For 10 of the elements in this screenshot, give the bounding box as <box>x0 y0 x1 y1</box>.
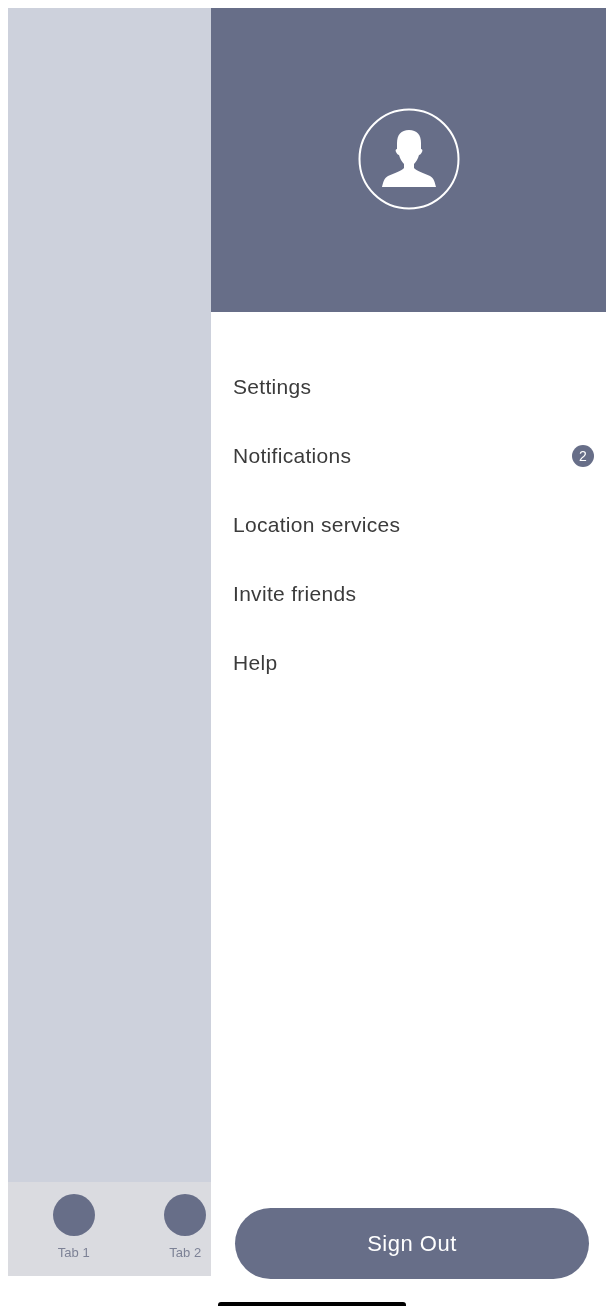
menu-item[interactable]: Notifications <box>233 443 352 468</box>
avatar-icon[interactable] <box>357 108 460 210</box>
tab-icon[interactable] <box>164 1194 207 1236</box>
tab-icon[interactable] <box>52 1194 95 1236</box>
menu-item[interactable]: Settings <box>233 374 312 399</box>
menu-item[interactable]: Location services <box>233 512 401 537</box>
sign-out-button[interactable]: Sign Out <box>235 1208 589 1279</box>
menu-item[interactable]: Help <box>233 650 278 675</box>
count-badge: 2 <box>572 444 594 467</box>
menu-item[interactable]: Invite friends <box>233 581 357 606</box>
